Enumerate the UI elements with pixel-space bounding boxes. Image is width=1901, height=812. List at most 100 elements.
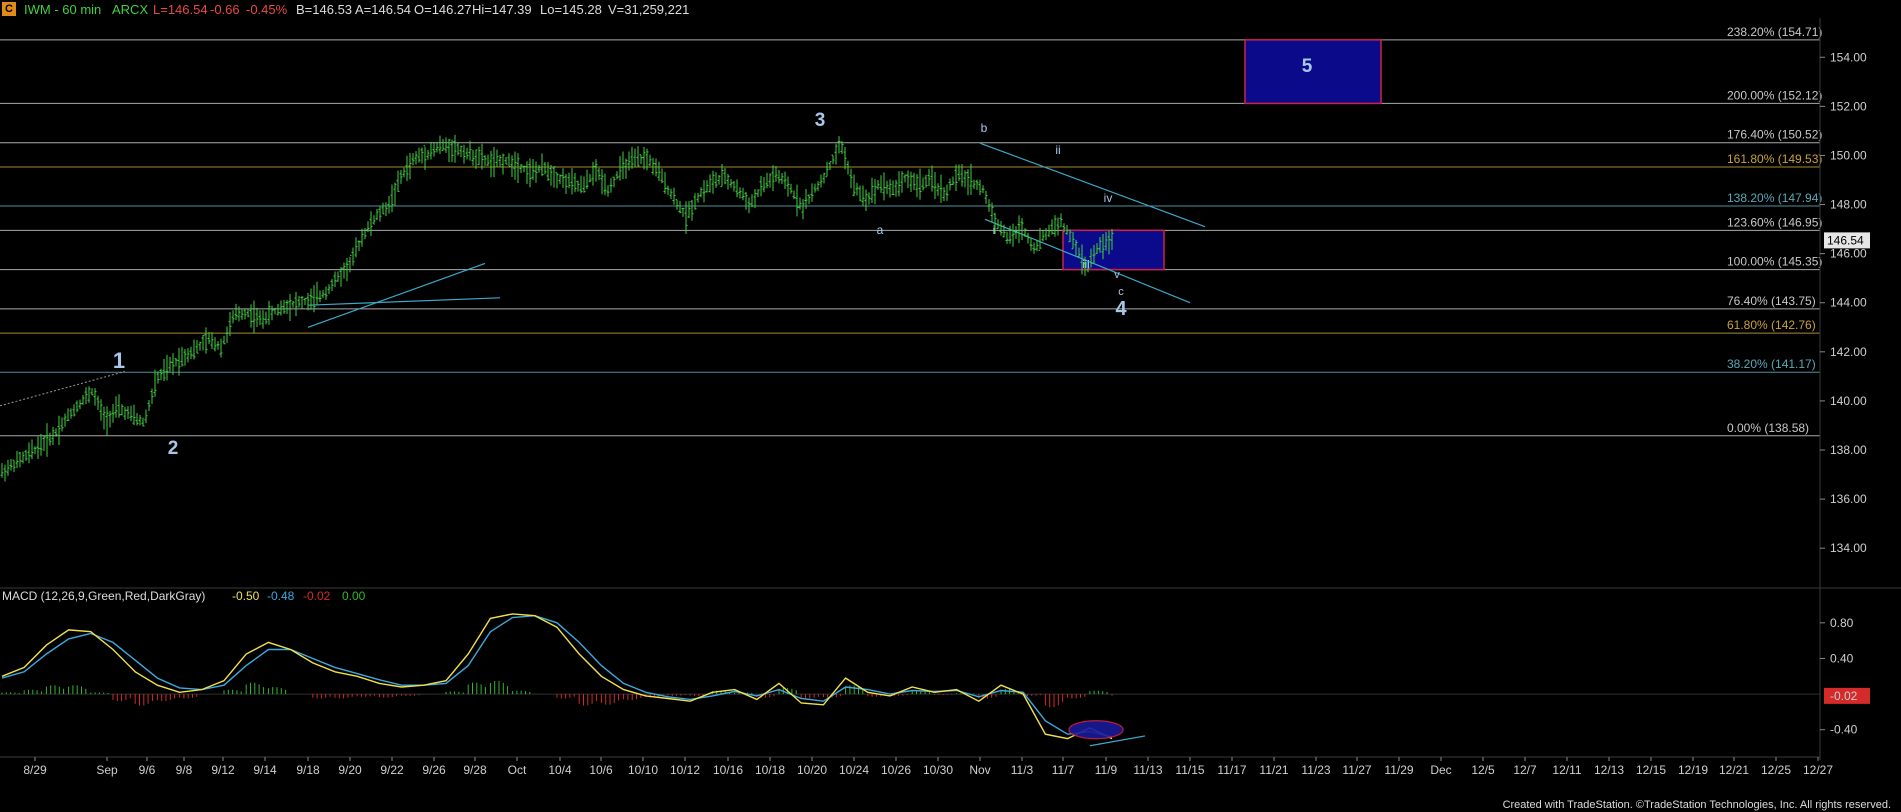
low-value: Lo=145.28 — [540, 2, 602, 17]
price-bars — [0, 134, 1114, 482]
volume-value: V=31,259,221 — [608, 2, 690, 17]
date-tick-label: 11/13 — [1133, 763, 1162, 777]
wave-5-target-box — [1244, 39, 1382, 105]
fib-label: 61.80% (142.76) — [1727, 318, 1816, 332]
date-tick-label: 12/19 — [1678, 763, 1708, 777]
date-tick-label: 11/17 — [1217, 763, 1246, 777]
wave-label: i — [993, 223, 996, 237]
date-tick-label: 10/10 — [628, 763, 658, 777]
date-axis: 8/29 Sep 9/6 9/8 9/12 9/14 9/18 9/20 9/22 9/26 9/2… — [0, 756, 1833, 777]
price-tick-label: 138.00 — [1830, 443, 1867, 457]
date-tick-label: 11/29 — [1384, 763, 1413, 777]
date-tick-label: 9/8 — [176, 763, 193, 777]
date-tick-label: 9/14 — [253, 763, 277, 777]
bid-value: B=146.53 — [296, 2, 353, 17]
fib-label: 138.20% (147.94) — [1727, 191, 1822, 205]
fib-label: 76.40% (143.75) — [1727, 294, 1816, 308]
date-tick-label: 9/26 — [422, 763, 446, 777]
date-tick-label: 12/13 — [1594, 763, 1624, 777]
symbol-icon[interactable]: C — [2, 2, 16, 16]
fib-label: 161.80% (149.53) — [1727, 152, 1822, 166]
price-tick-label: 142.00 — [1830, 345, 1867, 359]
wave-label: 3 — [815, 110, 826, 131]
hist-neg-value: -0.02 — [303, 589, 331, 603]
wave-label: 5 — [1302, 56, 1313, 77]
date-tick-label: 12/5 — [1471, 763, 1495, 777]
fib-label: 0.00% (138.58) — [1727, 421, 1809, 435]
price-tick-label: 134.00 — [1830, 541, 1867, 555]
date-tick-label: 10/4 — [548, 763, 572, 777]
macd-tick-label: 0.80 — [1830, 616, 1854, 630]
change-value: -0.66 — [210, 2, 240, 17]
date-tick-label: 12/11 — [1552, 763, 1581, 777]
wave-label: 4 — [1115, 298, 1127, 320]
date-tick-label: 9/22 — [380, 763, 404, 777]
macd-signal-line — [1, 614, 1113, 738]
last-value: L=146.54 — [153, 2, 208, 17]
date-tick-label: 12/25 — [1761, 763, 1791, 777]
wave-label: v — [1114, 269, 1120, 281]
date-tick-label: 12/15 — [1636, 763, 1666, 777]
date-tick-label: 10/16 — [713, 763, 743, 777]
open-value: O=146.27 — [414, 2, 472, 17]
date-tick-label: Nov — [969, 763, 990, 777]
macd-header: MACD (12,26,9,Green,Red,DarkGray) -0.50 … — [0, 589, 600, 605]
date-tick-label: 10/30 — [923, 763, 953, 777]
date-tick-label: 11/9 — [1095, 763, 1118, 777]
macd-value: -0.50 — [232, 589, 260, 603]
fib-label: 200.00% (152.12) — [1727, 88, 1822, 102]
dotted-trend-line — [0, 370, 126, 407]
channel-line — [307, 297, 501, 306]
wave-label: c — [1118, 286, 1124, 298]
date-tick-label: 10/26 — [881, 763, 911, 777]
ask-value: A=146.54 — [355, 2, 412, 17]
date-tick-label: 10/24 — [839, 763, 869, 777]
price-chart[interactable]: 238.20% (154.71)200.00% (152.12)176.40% … — [0, 0, 1901, 812]
wave-label: iv — [1104, 191, 1113, 205]
date-tick-label: 9/20 — [338, 763, 362, 777]
date-tick-label: 11/27 — [1342, 763, 1371, 777]
date-tick-label: 11/23 — [1301, 763, 1330, 777]
price-tick-label: 144.00 — [1830, 296, 1867, 310]
date-tick-label: 10/18 — [755, 763, 785, 777]
price-axis: 134.00 136.00 138.00 140.00 142.00 144.00 146.… — [1819, 18, 1870, 760]
date-tick-label: 10/20 — [797, 763, 827, 777]
macd-label: MACD (12,26,9,Green,Red,DarkGray) — [2, 589, 206, 603]
target-boxes — [1062, 39, 1382, 271]
date-tick-label: 8/29 — [23, 763, 47, 777]
price-tick-label: 146.00 — [1830, 247, 1867, 261]
fib-label: 176.40% (150.52) — [1727, 128, 1822, 142]
date-tick-label: Oct — [508, 763, 527, 777]
fib-label: 38.20% (141.17) — [1727, 357, 1816, 371]
wave-label: 1 — [113, 348, 125, 373]
wave-label: b — [981, 121, 988, 135]
channel-line — [979, 142, 1206, 228]
macd-tick-label: -0.40 — [1830, 723, 1858, 737]
date-tick-label: Dec — [1430, 763, 1451, 777]
macd-pane — [0, 587, 1901, 747]
date-tick-label: 11/21 — [1259, 763, 1288, 777]
chart-header: C IWM - 60 min ARCX L=146.54 -0.66 -0.45… — [0, 0, 1901, 18]
date-tick-label: 9/6 — [139, 763, 156, 777]
exchange-label: ARCX — [112, 2, 149, 17]
wave-label: ii — [1055, 143, 1060, 157]
wave-4-support-box — [1062, 229, 1165, 271]
fib-label: 238.20% (154.71) — [1727, 25, 1822, 39]
macd-tick-label: -0.02 — [1830, 689, 1858, 703]
macd-axis: 0.80 0.40 -0.02 -0.40 — [1820, 616, 1870, 737]
date-tick-label: 9/18 — [296, 763, 320, 777]
wave-label: iii — [1082, 259, 1089, 271]
date-tick-label: 12/27 — [1803, 763, 1833, 777]
high-value: Hi=147.39 — [472, 2, 532, 17]
footer-credit: Created with TradeStation. ©TradeStation… — [1502, 799, 1891, 811]
wave-label: 2 — [168, 438, 179, 459]
date-tick-label: 11/7 — [1052, 763, 1075, 777]
date-tick-label: 9/28 — [463, 763, 487, 777]
zero-value: 0.00 — [342, 589, 366, 603]
fib-label: 123.60% (146.95) — [1727, 215, 1822, 229]
wave-label: a — [877, 223, 884, 237]
date-tick-label: 9/12 — [211, 763, 235, 777]
fib-label: 100.00% (145.35) — [1727, 255, 1822, 269]
price-tick-label: 152.00 — [1830, 99, 1867, 113]
footer-bar: Created with TradeStation. ©TradeStation… — [0, 798, 1901, 812]
